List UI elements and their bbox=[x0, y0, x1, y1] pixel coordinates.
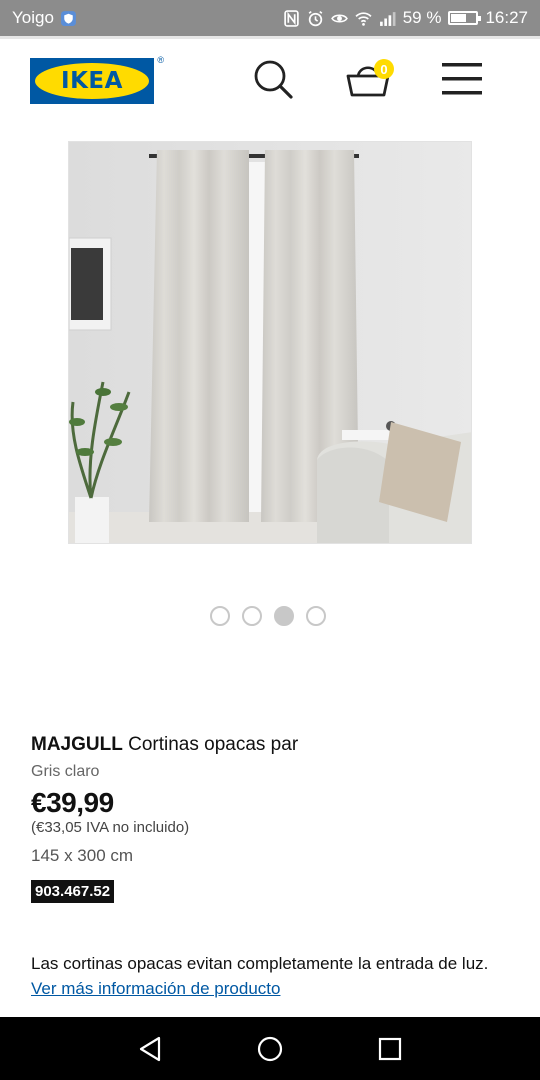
product-name: MAJGULL bbox=[31, 734, 123, 755]
home-circle-icon bbox=[257, 1036, 283, 1061]
status-bar: Yoigo 59 % 16:27 bbox=[0, 0, 540, 36]
article-number: 903.467.52 bbox=[31, 880, 115, 903]
more-info-link[interactable]: Ver más información de producto bbox=[31, 979, 280, 998]
summary-text: Las cortinas opacas evitan completamente… bbox=[31, 954, 489, 973]
carousel-dot-1[interactable] bbox=[210, 606, 230, 626]
carrier-name: Yoigo bbox=[12, 8, 54, 27]
shield-icon bbox=[60, 10, 76, 26]
alarm-icon bbox=[308, 10, 323, 26]
product-size: 145 x 300 cm bbox=[31, 846, 134, 865]
wifi-icon bbox=[355, 11, 372, 26]
signal-icon bbox=[379, 11, 396, 26]
clock: 16:27 bbox=[485, 8, 528, 27]
cart-count-badge: 0 bbox=[374, 59, 394, 79]
home-button[interactable] bbox=[254, 1033, 286, 1065]
recents-button[interactable] bbox=[374, 1033, 406, 1065]
price-excl-vat: (€33,05 IVA no incluido) bbox=[31, 819, 190, 836]
system-navigation-bar bbox=[0, 1017, 540, 1080]
product-price: €39,99 bbox=[31, 787, 114, 818]
back-button[interactable] bbox=[134, 1033, 166, 1065]
hamburger-menu-icon[interactable] bbox=[442, 61, 482, 97]
ikea-logo[interactable]: IKEA ® bbox=[30, 55, 164, 104]
eye-comfort-icon bbox=[330, 14, 348, 22]
recents-square-icon bbox=[378, 1037, 402, 1060]
product-color: Gris claro bbox=[31, 763, 100, 780]
product-summary: Las cortinas opacas evitan completamente… bbox=[31, 951, 509, 1001]
carousel-dot-3[interactable] bbox=[274, 606, 294, 626]
site-header: IKEA ® 0 bbox=[0, 36, 540, 120]
product-info: MAJGULL Cortinas opacas par Gris claro €… bbox=[31, 733, 511, 1001]
product-description: Cortinas opacas par bbox=[128, 734, 299, 755]
battery-icon bbox=[448, 11, 482, 25]
nfc-icon bbox=[283, 9, 299, 27]
product-image[interactable] bbox=[68, 141, 472, 544]
registered-mark: ® bbox=[157, 55, 164, 65]
carousel-indicators bbox=[210, 606, 326, 626]
shopping-bag-button[interactable]: 0 bbox=[344, 57, 394, 101]
product-title: MAJGULL Cortinas opacas par bbox=[31, 733, 511, 757]
battery-percent: 59 % bbox=[402, 8, 442, 27]
back-triangle-icon bbox=[139, 1036, 161, 1061]
carousel-dot-4[interactable] bbox=[306, 606, 326, 626]
curtain-photo bbox=[69, 142, 471, 543]
search-icon[interactable] bbox=[253, 59, 295, 101]
carousel-dot-2[interactable] bbox=[242, 606, 262, 626]
